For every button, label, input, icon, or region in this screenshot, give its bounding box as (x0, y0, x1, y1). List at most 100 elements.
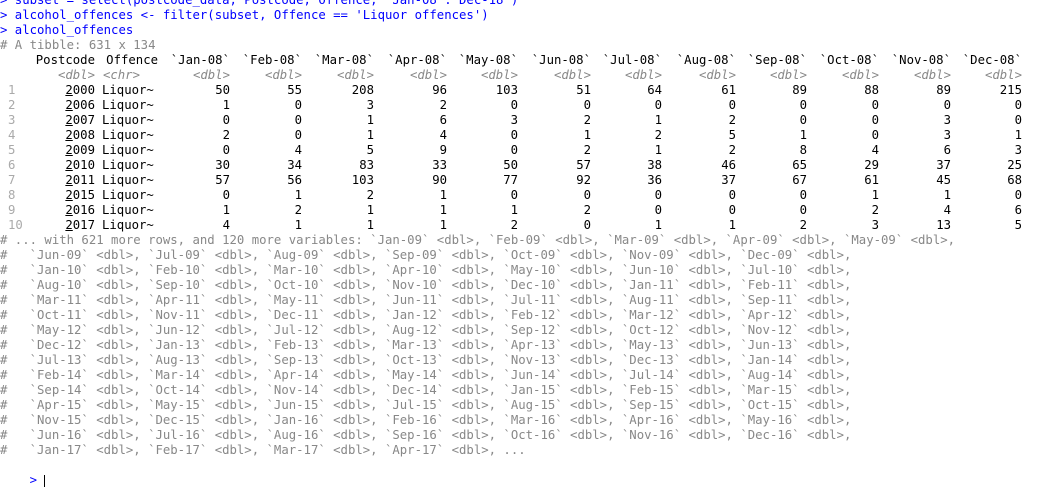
offence-cell: Liquor~ (102, 158, 154, 172)
offence-cell: Liquor~ (102, 83, 154, 97)
value-cell: 2 (583, 203, 591, 217)
footer-line: # `Jun-09` <dbl>, `Jul-09` <dbl>, `Aug-0… (0, 248, 852, 262)
value-cell: 0 (799, 113, 807, 127)
column-header: `Jan-08` (170, 53, 230, 67)
footer-line: # `Aug-10` <dbl>, `Sep-10` <dbl>, `Oct-1… (0, 278, 852, 292)
command-line-filter: > alcohol_offences <- filter(subset, Off… (0, 8, 489, 22)
value-cell: 0 (728, 203, 736, 217)
value-cell: 1 (222, 203, 230, 217)
value-cell: 38 (647, 158, 662, 172)
footer-line: # `Jan-10` <dbl>, `Feb-10` <dbl>, `Mar-1… (0, 263, 852, 277)
value-cell: 88 (864, 83, 879, 97)
value-cell: 2 (654, 128, 662, 142)
row-number: 5 (8, 143, 16, 157)
input-prompt[interactable]: > (0, 458, 1051, 487)
tibble-footer: # ... with 621 more rows, and 120 more v… (0, 233, 1051, 458)
value-cell: 0 (871, 98, 879, 112)
value-cell: 0 (583, 188, 591, 202)
value-cell: 2 (222, 128, 230, 142)
value-cell: 0 (294, 98, 302, 112)
value-cell: 1 (439, 218, 447, 232)
value-cell: 90 (432, 173, 447, 187)
value-cell: 5 (728, 128, 736, 142)
column-type: <dbl> (192, 68, 230, 82)
value-cell: 0 (943, 98, 951, 112)
value-cell: 4 (439, 128, 447, 142)
value-cell: 56 (287, 173, 302, 187)
column-type: <dbl> (841, 68, 879, 82)
value-cell: 1 (871, 188, 879, 202)
footer-line: # `May-12` <dbl>, `Jun-12` <dbl>, `Jul-1… (0, 323, 852, 337)
value-cell: 37 (721, 173, 736, 187)
table-row: 4 2008 Liquor~ 2 0 1 4 0 1 2 5 1 0 3 1 (0, 128, 1051, 143)
column-type: <dbl> (264, 68, 302, 82)
column-header: `Aug-08` (676, 53, 736, 67)
value-cell: 61 (864, 173, 879, 187)
value-cell: 4 (943, 203, 951, 217)
postcode-cell: 2017 (65, 218, 95, 232)
value-cell: 37 (936, 158, 951, 172)
value-cell: 0 (1014, 113, 1022, 127)
value-cell: 6 (943, 143, 951, 157)
value-cell: 13 (936, 218, 951, 232)
value-cell: 0 (654, 188, 662, 202)
column-header: `Dec-08` (962, 53, 1022, 67)
value-cell: 0 (583, 218, 591, 232)
value-cell: 3 (943, 128, 951, 142)
footer-line: # `Feb-14` <dbl>, `Mar-14` <dbl>, `Apr-1… (0, 368, 852, 382)
value-cell: 1 (439, 203, 447, 217)
value-cell: 0 (728, 188, 736, 202)
value-cell: 0 (222, 113, 230, 127)
tibble-info: # A tibble: 631 x 134 (0, 38, 156, 52)
r-console[interactable]: > subset = select(postcode_data, Postcod… (0, 0, 1051, 487)
value-cell: 215 (999, 83, 1022, 97)
value-cell: 89 (936, 83, 951, 97)
offence-cell: Liquor~ (102, 98, 154, 112)
value-cell: 51 (576, 83, 591, 97)
value-cell: 92 (576, 173, 591, 187)
value-cell: 50 (215, 83, 230, 97)
value-cell: 0 (799, 98, 807, 112)
table-types-row: <dbl> <chr> <dbl> <dbl> <dbl> <dbl> <dbl> <dbl>… (0, 68, 1051, 83)
postcode-cell: 2007 (65, 113, 95, 127)
offence-cell: Liquor~ (102, 218, 154, 232)
value-cell: 0 (799, 188, 807, 202)
column-header: `Nov-08` (891, 53, 951, 67)
value-cell: 0 (654, 203, 662, 217)
value-cell: 0 (1014, 98, 1022, 112)
value-cell: 5 (1014, 218, 1022, 232)
value-cell: 0 (510, 98, 518, 112)
column-type: <dbl> (480, 68, 518, 82)
value-cell: 0 (222, 188, 230, 202)
row-number: 4 (8, 128, 16, 142)
value-cell: 34 (287, 158, 302, 172)
value-cell: 1 (728, 218, 736, 232)
footer-line: # `Jul-13` <dbl>, `Aug-13` <dbl>, `Sep-1… (0, 353, 852, 367)
command-line-select: > subset = select(postcode_data, Postcod… (0, 0, 519, 7)
value-cell: 2 (871, 203, 879, 217)
column-type: <dbl> (913, 68, 951, 82)
value-cell: 50 (503, 158, 518, 172)
command-line-print: > alcohol_offences (0, 23, 134, 37)
value-cell: 0 (728, 98, 736, 112)
postcode-cell: 2011 (65, 173, 95, 187)
value-cell: 61 (721, 83, 736, 97)
footer-line: # `Mar-11` <dbl>, `Apr-11` <dbl>, `May-1… (0, 293, 852, 307)
value-cell: 2 (583, 143, 591, 157)
value-cell: 1 (439, 188, 447, 202)
value-cell: 0 (294, 128, 302, 142)
table-row: 3 2007 Liquor~ 0 0 1 6 3 2 1 2 0 0 3 0 (0, 113, 1051, 128)
value-cell: 77 (503, 173, 518, 187)
value-cell: 2 (728, 143, 736, 157)
value-cell: 1 (366, 128, 374, 142)
table-row: 9 2016 Liquor~ 1 2 1 1 1 2 0 0 0 2 4 6 (0, 203, 1051, 218)
value-cell: 4 (871, 143, 879, 157)
column-header: `Jul-08` (602, 53, 662, 67)
postcode-cell: 2016 (65, 203, 95, 217)
value-cell: 57 (576, 158, 591, 172)
prompt-symbol: > (29, 473, 38, 487)
column-header: `Apr-08` (387, 53, 447, 67)
postcode-cell: 2010 (65, 158, 95, 172)
footer-line: # `Dec-12` <dbl>, `Jan-13` <dbl>, `Feb-1… (0, 338, 852, 352)
value-cell: 29 (864, 158, 879, 172)
